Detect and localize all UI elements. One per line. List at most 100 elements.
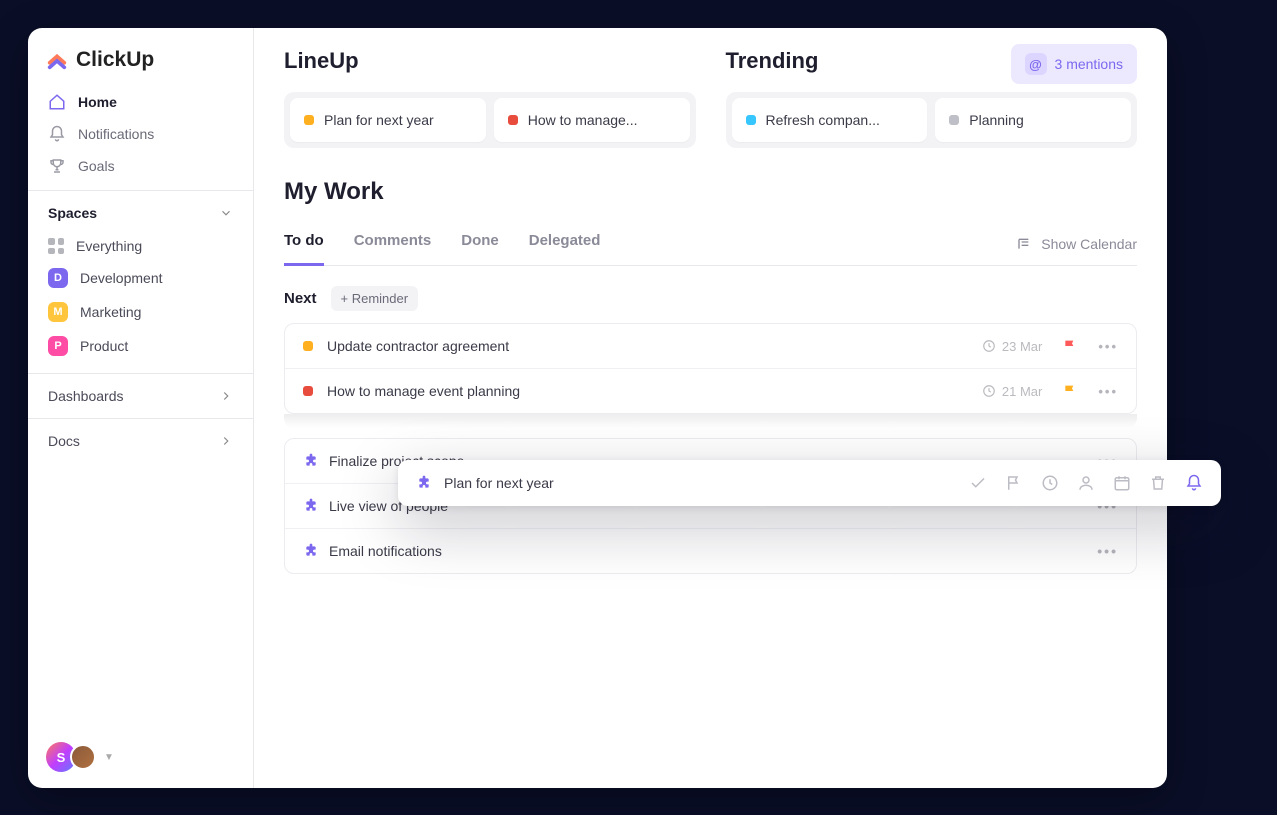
add-reminder-button[interactable]: + Reminder (331, 286, 419, 311)
nav-notifications-label: Notifications (78, 126, 154, 142)
card-label: Planning (969, 112, 1024, 128)
trending-section: @ 3 mentions Trending Refresh compan... … (726, 48, 1138, 148)
task-group-other: Finalize project scope ••• Live view of … (284, 438, 1137, 574)
brand: ClickUp (28, 28, 253, 86)
lineup-card[interactable]: Plan for next year (290, 98, 486, 142)
flag-icon[interactable] (1062, 383, 1078, 399)
status-dot (746, 115, 756, 125)
lineup-card[interactable]: How to manage... (494, 98, 690, 142)
task-title: Update contractor agreement (327, 338, 982, 354)
space-label: Product (80, 338, 128, 354)
space-everything-label: Everything (76, 238, 142, 254)
clock-icon (982, 339, 996, 353)
card-label: Plan for next year (324, 112, 434, 128)
status-dot (304, 115, 314, 125)
task-title: How to manage event planning (327, 383, 982, 399)
task-row[interactable]: How to manage event planning 21 Mar ••• (285, 369, 1136, 413)
spaces-header[interactable]: Spaces (28, 190, 253, 231)
chevron-right-icon (219, 434, 233, 448)
status-dot (303, 386, 313, 396)
bell-icon (48, 125, 66, 143)
task-row[interactable]: Update contractor agreement 23 Mar ••• (285, 324, 1136, 369)
primary-nav: Home Notifications Goals (28, 86, 253, 190)
tab-comments[interactable]: Comments (354, 222, 432, 266)
task-date: 23 Mar (982, 339, 1042, 354)
shadow-divider (284, 414, 1137, 428)
space-badge: D (48, 268, 68, 288)
space-development[interactable]: D Development (36, 261, 245, 295)
spaces-title: Spaces (48, 205, 97, 221)
puzzle-icon (303, 453, 319, 469)
task-group-next: Update contractor agreement 23 Mar ••• H… (284, 323, 1137, 414)
tab-todo[interactable]: To do (284, 222, 324, 266)
popover-title: Plan for next year (444, 475, 957, 491)
trophy-icon (48, 157, 66, 175)
task-title: Email notifications (329, 543, 1097, 559)
home-icon (48, 93, 66, 111)
mywork-title: My Work (284, 178, 1137, 206)
card-label: How to manage... (528, 112, 638, 128)
next-label: Next (284, 290, 317, 307)
space-label: Marketing (80, 304, 141, 320)
calendar-icon[interactable] (1113, 474, 1131, 492)
bell-icon[interactable] (1185, 474, 1203, 492)
more-menu-button[interactable]: ••• (1097, 543, 1118, 559)
space-product[interactable]: P Product (36, 329, 245, 363)
status-dot (303, 341, 313, 351)
main-content: LineUp Plan for next year How to manage.… (254, 28, 1167, 788)
space-label: Development (80, 270, 163, 286)
user-menu[interactable]: S ▼ (46, 742, 114, 772)
more-menu-button[interactable]: ••• (1098, 384, 1118, 399)
puzzle-icon (416, 475, 432, 491)
lineup-title: LineUp (284, 48, 696, 74)
tab-delegated[interactable]: Delegated (529, 222, 601, 266)
nav-home-label: Home (78, 94, 117, 110)
more-menu-button[interactable]: ••• (1098, 339, 1118, 354)
chevron-right-icon (219, 389, 233, 403)
flag-icon[interactable] (1005, 474, 1023, 492)
nav-docs[interactable]: Docs (28, 418, 253, 463)
dashboards-label: Dashboards (48, 388, 124, 404)
spaces-list: Everything D Development M Marketing P P… (28, 231, 253, 363)
space-badge: P (48, 336, 68, 356)
status-dot (508, 115, 518, 125)
calendar-toggle-icon (1017, 236, 1033, 252)
docs-label: Docs (48, 433, 80, 449)
mentions-label: 3 mentions (1055, 56, 1123, 72)
mentions-button[interactable]: @ 3 mentions (1011, 44, 1137, 84)
next-header: Next + Reminder (284, 286, 1137, 311)
task-popover: Plan for next year (398, 460, 1221, 506)
nav-home[interactable]: Home (36, 86, 245, 118)
trash-icon[interactable] (1149, 474, 1167, 492)
flag-icon[interactable] (1062, 338, 1078, 354)
show-calendar-label: Show Calendar (1041, 236, 1137, 252)
puzzle-icon (303, 543, 319, 559)
lineup-section: LineUp Plan for next year How to manage.… (284, 48, 696, 148)
check-icon[interactable] (969, 474, 987, 492)
mywork-tabs: To do Comments Done Delegated Show Calen… (284, 222, 1137, 266)
tab-done[interactable]: Done (461, 222, 499, 266)
puzzle-icon (303, 498, 319, 514)
task-row[interactable]: Email notifications ••• (285, 529, 1136, 573)
status-dot (949, 115, 959, 125)
top-widgets: LineUp Plan for next year How to manage.… (284, 48, 1137, 148)
popover-actions (969, 474, 1203, 492)
chevron-down-icon (219, 206, 233, 220)
nav-goals[interactable]: Goals (36, 150, 245, 182)
trending-card[interactable]: Planning (935, 98, 1131, 142)
show-calendar-button[interactable]: Show Calendar (1017, 236, 1137, 252)
space-marketing[interactable]: M Marketing (36, 295, 245, 329)
avatar (70, 744, 96, 770)
space-everything[interactable]: Everything (36, 231, 245, 261)
clickup-logo-icon (46, 49, 68, 71)
trending-card[interactable]: Refresh compan... (732, 98, 928, 142)
at-icon: @ (1025, 53, 1047, 75)
clock-icon[interactable] (1041, 474, 1059, 492)
assignee-icon[interactable] (1077, 474, 1095, 492)
space-badge: M (48, 302, 68, 322)
nav-notifications[interactable]: Notifications (36, 118, 245, 150)
nav-dashboards[interactable]: Dashboards (28, 373, 253, 418)
grid-icon (48, 238, 64, 254)
clock-icon (982, 384, 996, 398)
task-date: 21 Mar (982, 384, 1042, 399)
